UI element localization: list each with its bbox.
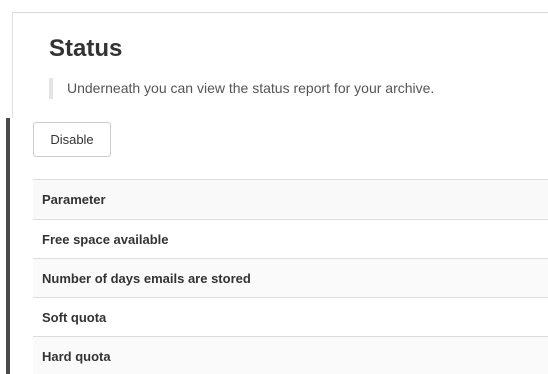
table-row: Number of days emails are stored: [33, 258, 548, 298]
table-row: Free space available: [33, 219, 548, 259]
table-cell-parameter: Soft quota: [33, 297, 548, 337]
page-title: Status: [49, 35, 123, 62]
table-cell-parameter: Hard quota: [33, 336, 548, 374]
table-header-row: Parameter: [33, 179, 548, 220]
table-row: Hard quota: [33, 336, 548, 374]
left-frame-line: [12, 12, 13, 118]
page-description: Underneath you can view the status repor…: [49, 78, 434, 99]
table-cell-parameter: Number of days emails are stored: [33, 258, 548, 298]
status-page: Status Underneath you can view the statu…: [0, 0, 548, 374]
status-table: Parameter Free space available Number of…: [33, 179, 548, 374]
left-accent-bar: [6, 118, 10, 374]
table-cell-parameter: Free space available: [33, 219, 548, 259]
table-row: Soft quota: [33, 297, 548, 337]
disable-button[interactable]: Disable: [33, 122, 111, 157]
column-header-parameter: Parameter: [33, 179, 548, 220]
top-divider: [12, 12, 548, 13]
